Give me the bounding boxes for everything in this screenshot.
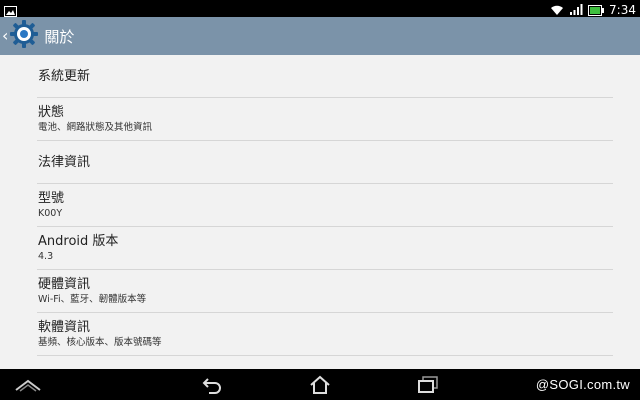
item-title: 型號	[38, 190, 65, 206]
settings-list: 系統更新 狀態 電池、網路狀態及其他資訊 法律資訊 型號 K00Y Androi…	[37, 55, 613, 356]
navigation-bar: @SOGI.com.tw	[0, 369, 640, 400]
list-item-system-update[interactable]: 系統更新	[37, 55, 613, 98]
status-bar: 7:34	[0, 0, 640, 17]
settings-gear-icon	[9, 19, 39, 53]
list-item-model[interactable]: 型號 K00Y	[37, 184, 613, 227]
item-title: Android 版本	[38, 233, 119, 249]
item-subtitle: 4.3	[38, 250, 54, 262]
watermark: @SOGI.com.tw	[535, 377, 630, 392]
list-item-android-version[interactable]: Android 版本 4.3	[37, 227, 613, 270]
status-time: 7:34	[609, 3, 636, 17]
back-icon[interactable]	[196, 369, 228, 400]
item-subtitle: Wi-Fi、藍牙、韌體版本等	[38, 293, 147, 305]
chevron-left-icon: ‹	[2, 26, 9, 45]
list-item-status[interactable]: 狀態 電池、網路狀態及其他資訊	[37, 98, 613, 141]
collapse-up-icon[interactable]	[12, 369, 44, 400]
home-icon[interactable]	[304, 369, 336, 400]
item-title: 軟體資訊	[38, 319, 91, 335]
item-title: 系統更新	[38, 68, 91, 84]
page-title: 關於	[44, 27, 75, 46]
item-title: 硬體資訊	[38, 276, 91, 292]
recent-apps-icon[interactable]	[412, 369, 444, 400]
item-title: 法律資訊	[38, 154, 91, 170]
item-subtitle: 基頻、核心版本、版本號碼等	[38, 336, 162, 348]
list-item-hardware-info[interactable]: 硬體資訊 Wi-Fi、藍牙、韌體版本等	[37, 270, 613, 313]
action-bar: ‹ 關於	[0, 17, 640, 55]
item-subtitle: 電池、網路狀態及其他資訊	[38, 121, 153, 133]
item-subtitle: K00Y	[38, 207, 63, 219]
item-title: 狀態	[38, 104, 65, 120]
list-item-legal-info[interactable]: 法律資訊	[37, 141, 613, 184]
list-item-software-info[interactable]: 軟體資訊 基頻、核心版本、版本號碼等	[37, 313, 613, 356]
up-button[interactable]: ‹	[0, 17, 39, 55]
